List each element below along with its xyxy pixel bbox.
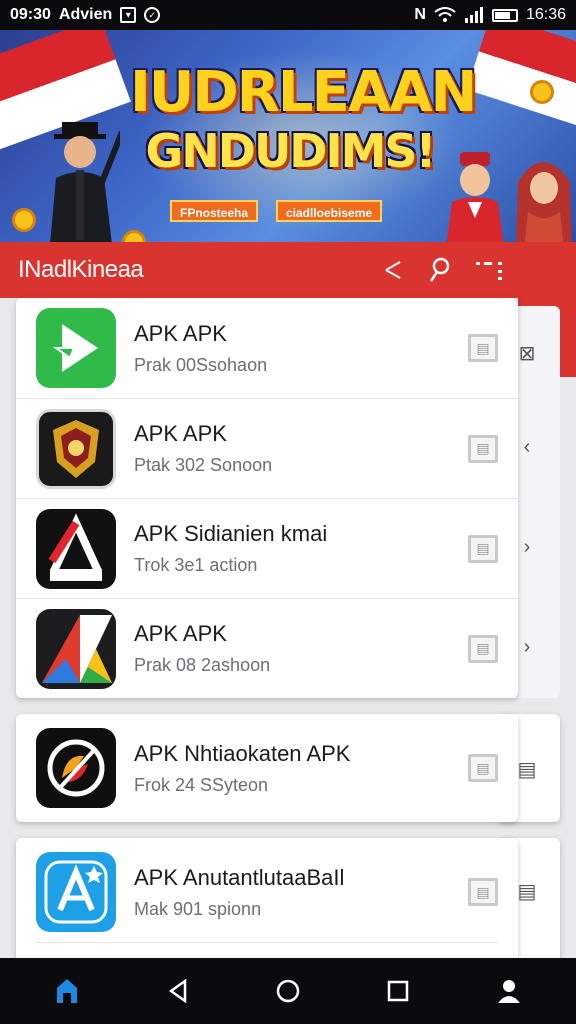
download-button[interactable]: ▤ [468,534,498,563]
background-chevron-icon: ▤ [517,758,537,781]
download-button[interactable]: ▤ [468,634,498,663]
background-chevron-icon: ▤ [517,880,537,903]
play-arrow-icon [36,308,116,388]
app-name: APK Sidianien kmai [134,521,328,546]
circle-home-icon[interactable] [268,971,308,1011]
app-subtitle: Ptak 302 Sonoon [134,455,273,475]
signal-icon [464,7,483,23]
list-item-text: APK APK Ptak 302 Sonoon [134,421,272,476]
list-item-text: APK AnutantlutaaBaIl Mak 901 spionn [134,865,344,920]
circle-logo-icon [36,728,116,808]
status-bar: 09:30 Advien ▾ ✓ N 16:36 [0,0,576,30]
more-icon[interactable] [474,258,504,282]
list-item-text: APK Nhtiaokaten APK Frok 24 SSyteon [134,741,350,796]
list-item-text: APK APK Prak 08 2ashoon [134,621,270,676]
list-item[interactable]: APK APK Prak 00Ssohaon ▤ [16,298,518,398]
wifi-icon [434,7,456,22]
promo-banner[interactable]: IUDRLEAAN GNDUDIMS! FPnosteeha ciadlloeb… [0,30,576,242]
app-bar-actions [382,257,504,283]
banner-subtitle: GNDUDIMS! [145,124,437,178]
list-item-text: APK APK Prak 00Ssohaon [134,321,267,376]
banner-ribbon-2: ciadlloebiseme [276,200,383,222]
app-subtitle: Frok 24 SSyteon [134,774,269,795]
app-card: APK AnutantlutaaBaIl Mak 901 spionn ▤ [16,838,518,962]
girl-figure-illustration [516,162,572,242]
list-item-text: APK Sidianien kmai Trok 3e1 action [134,521,327,576]
app-subtitle: Mak 901 spionn [134,898,262,919]
n-icon: N [414,6,426,23]
download-button[interactable]: ▤ [468,878,498,906]
man-figure-illustration [50,122,120,242]
profile-icon[interactable] [489,971,529,1011]
back-icon[interactable] [158,971,198,1011]
triangle-logo-icon [36,608,116,689]
app-name: APK AnutantlutaaBaIl [134,864,345,890]
coin-icon [530,80,554,104]
banner-ribbon-1: FPnosteeha [170,200,259,222]
list-item[interactable]: APK Nhtiaokaten APK Frok 24 SSyteon ▤ [16,718,518,818]
divider [36,942,498,943]
boy-figure-illustration [446,152,504,242]
shield-icon: ✓ [144,7,161,23]
recents-icon[interactable] [378,971,418,1011]
app-name: APK APK [134,320,227,346]
background-chevron-icon: › [523,535,531,558]
status-time-right: 16:36 [525,6,566,23]
list-item[interactable]: APK AnutantlutaaBaIl Mak 901 spionn ▤ [16,842,518,942]
search-icon[interactable] [428,257,452,283]
list-item[interactable]: APK APK Ptak 302 Sonoon ▤ [16,398,518,498]
app-subtitle: Prak 00Ssohaon [134,354,268,375]
background-chevron-icon: › [523,635,531,658]
status-carrier: Advien [58,6,113,23]
battery-icon [491,8,518,22]
background-chevron-icon: ‹ [523,435,531,458]
status-left: 09:30 Advien ▾ ✓ [10,6,161,24]
navigation-bar [0,958,576,1024]
list-item[interactable]: APK APK Prak 08 2ashoon ▤ [16,598,518,698]
app-subtitle: Prak 08 2ashoon [134,655,271,675]
app-subtitle: Trok 3e1 action [134,555,258,575]
app-card: APK Nhtiaokaten APK Frok 24 SSyteon ▤ [16,714,518,822]
download-button[interactable]: ▤ [468,334,498,362]
share-icon[interactable] [382,258,406,282]
coin-icon [122,230,146,242]
coin-icon [12,208,36,232]
a-logo-icon [36,508,116,589]
app-list-card: APK APK Prak 00Ssohaon ▤ APK APK Ptak 30… [16,298,518,698]
flag-right-graphic [466,30,576,127]
download-button[interactable]: ▤ [468,434,498,463]
list-item[interactable]: APK Sidianien kmai Trok 3e1 action ▤ [16,498,518,598]
app-title: INadlKineaa [18,256,144,283]
app-name: APK APK [134,621,227,646]
emblem-icon [36,408,116,489]
app-bar: INadlKineaa [0,242,518,298]
background-chevron-icon: ⊠ [518,342,536,365]
status-right: N 16:36 [414,6,566,24]
app-name: APK Nhtiaokaten APK [134,740,351,766]
a-star-icon [36,852,116,932]
download-button[interactable]: ▤ [468,754,498,782]
status-time-left: 09:30 [10,6,51,23]
banner-title: IUDRLEAAN [130,60,477,125]
app-name: APK APK [134,421,227,446]
home-icon[interactable] [47,971,87,1011]
notification-box-icon: ▾ [120,7,137,23]
